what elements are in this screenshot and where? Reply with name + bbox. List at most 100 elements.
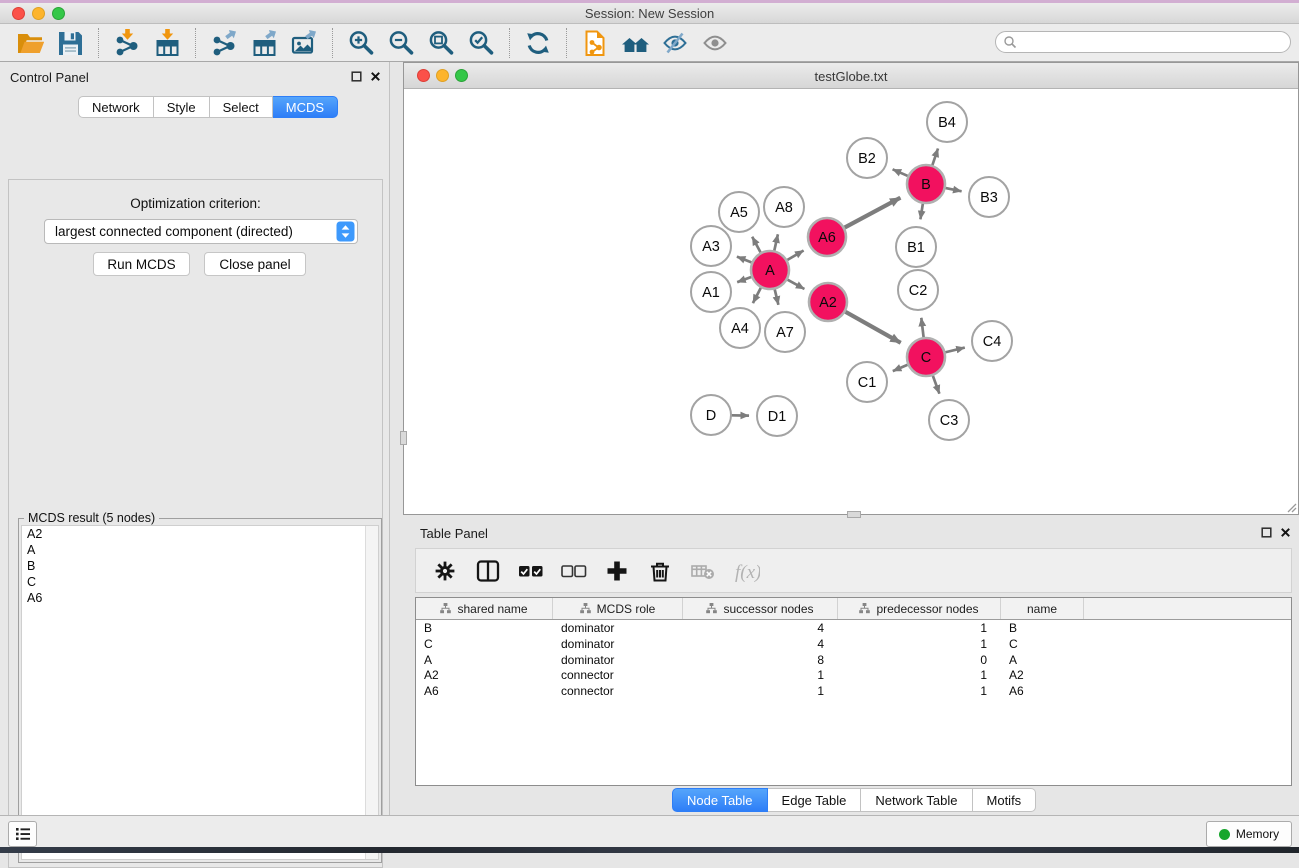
node-B3[interactable]: B3 xyxy=(969,177,1009,217)
zoom-selected-icon[interactable] xyxy=(461,27,501,59)
node-B[interactable]: B xyxy=(907,165,945,203)
toggle-panel-columns-icon[interactable] xyxy=(471,554,505,588)
show-panel-eye-icon[interactable] xyxy=(695,27,735,59)
tab-mcds[interactable]: MCDS xyxy=(273,96,338,118)
refresh-layout-icon[interactable] xyxy=(518,27,558,59)
mcds-result-list[interactable]: A2ABCA6 xyxy=(21,525,379,860)
edge-A-A5[interactable] xyxy=(752,237,761,254)
node-D1[interactable]: D1 xyxy=(757,396,797,436)
export-image-icon[interactable] xyxy=(284,27,324,59)
tab-network[interactable]: Network xyxy=(78,96,154,118)
export-table-icon[interactable] xyxy=(244,27,284,59)
result-item[interactable]: A2 xyxy=(22,526,378,542)
column-header-predecessor-nodes[interactable]: predecessor nodes xyxy=(838,598,1001,619)
bottom-edge-resize-grip[interactable] xyxy=(847,511,861,518)
window-resize-grip-icon[interactable] xyxy=(1285,501,1297,513)
deselect-all-columns-icon[interactable] xyxy=(557,554,591,588)
table-row[interactable]: A6connector11A6 xyxy=(416,683,1291,699)
import-network-icon[interactable] xyxy=(107,27,147,59)
node-A3[interactable]: A3 xyxy=(691,226,731,266)
network-window-titlebar[interactable]: testGlobe.txt xyxy=(404,63,1298,89)
edge-B-B4[interactable] xyxy=(932,149,938,167)
node-C[interactable]: C xyxy=(907,338,945,376)
edge-B-B3[interactable] xyxy=(945,188,962,192)
float-panel-icon[interactable] xyxy=(351,71,362,82)
node-A2[interactable]: A2 xyxy=(809,283,847,321)
tab-select[interactable]: Select xyxy=(210,96,273,118)
import-table-icon[interactable] xyxy=(147,27,187,59)
table-row[interactable]: Bdominator41B xyxy=(416,620,1291,636)
edge-C-C1[interactable] xyxy=(893,364,909,371)
node-A8[interactable]: A8 xyxy=(764,187,804,227)
node-A6[interactable]: A6 xyxy=(808,218,846,256)
node-A7[interactable]: A7 xyxy=(765,312,805,352)
left-edge-resize-grip[interactable] xyxy=(400,431,407,445)
result-item[interactable]: C xyxy=(22,574,378,590)
result-scrollbar[interactable] xyxy=(365,526,378,859)
node-B4[interactable]: B4 xyxy=(927,102,967,142)
task-history-button[interactable] xyxy=(8,821,37,847)
search-box[interactable] xyxy=(995,31,1291,53)
home-icon[interactable] xyxy=(615,27,655,59)
zoom-fit-icon[interactable] xyxy=(421,27,461,59)
edge-A-A2[interactable] xyxy=(787,279,805,289)
node-B1[interactable]: B1 xyxy=(896,227,936,267)
column-header-MCDS-role[interactable]: MCDS role xyxy=(553,598,683,619)
column-header-successor-nodes[interactable]: successor nodes xyxy=(683,598,838,619)
delete-column-icon[interactable] xyxy=(643,554,677,588)
edge-A-A4[interactable] xyxy=(753,287,761,303)
column-header-shared-name[interactable]: shared name xyxy=(416,598,553,619)
tab-network-table[interactable]: Network Table xyxy=(861,788,972,812)
node-A4[interactable]: A4 xyxy=(720,308,760,348)
table-settings-gear-icon[interactable] xyxy=(428,554,462,588)
new-network-icon[interactable] xyxy=(575,27,615,59)
tab-node-table[interactable]: Node Table xyxy=(672,788,768,812)
network-canvas[interactable]: A5 A8 A3 A6 A A1 A4 A7 A2 B2 B4 B B3 xyxy=(404,89,1298,514)
node-C2[interactable]: C2 xyxy=(898,270,938,310)
result-item[interactable]: B xyxy=(22,558,378,574)
edge-A2-C[interactable] xyxy=(845,311,901,343)
node-table[interactable]: shared nameMCDS rolesuccessor nodesprede… xyxy=(415,597,1292,786)
memory-button[interactable]: Memory xyxy=(1206,821,1292,847)
edge-A-A1[interactable] xyxy=(737,277,752,283)
float-table-panel-icon[interactable] xyxy=(1261,527,1272,538)
node-C3[interactable]: C3 xyxy=(929,400,969,440)
node-A1[interactable]: A1 xyxy=(691,272,731,312)
select-all-columns-icon[interactable] xyxy=(514,554,548,588)
close-panel-button[interactable]: Close panel xyxy=(204,252,306,276)
node-C4[interactable]: C4 xyxy=(972,321,1012,361)
column-header-name[interactable]: name xyxy=(1001,598,1084,619)
tab-motifs[interactable]: Motifs xyxy=(973,788,1037,812)
edge-A-A7[interactable] xyxy=(775,289,779,305)
edge-A-A8[interactable] xyxy=(774,234,778,251)
open-session-icon[interactable] xyxy=(10,27,50,59)
node-D[interactable]: D xyxy=(691,395,731,435)
edge-B-B1[interactable] xyxy=(920,203,923,220)
zoom-out-icon[interactable] xyxy=(381,27,421,59)
edge-A6-B[interactable] xyxy=(844,198,901,228)
search-input[interactable] xyxy=(1017,33,1290,51)
node-A[interactable]: A xyxy=(751,251,789,289)
edge-C-C3[interactable] xyxy=(933,375,940,394)
node-C1[interactable]: C1 xyxy=(847,362,887,402)
close-panel-icon[interactable] xyxy=(370,71,381,82)
table-row[interactable]: Cdominator41C xyxy=(416,636,1291,652)
zoom-in-icon[interactable] xyxy=(341,27,381,59)
result-item[interactable]: A6 xyxy=(22,590,378,606)
run-mcds-button[interactable]: Run MCDS xyxy=(93,252,190,276)
table-row[interactable]: Adominator80A xyxy=(416,652,1291,668)
add-column-icon[interactable] xyxy=(600,554,634,588)
save-session-icon[interactable] xyxy=(50,27,90,59)
node-A5[interactable]: A5 xyxy=(719,192,759,232)
tab-edge-table[interactable]: Edge Table xyxy=(768,788,862,812)
edge-C-C4[interactable] xyxy=(945,348,965,353)
edge-B-B2[interactable] xyxy=(893,169,909,176)
criterion-dropdown[interactable]: largest connected component (directed) xyxy=(44,219,358,244)
edge-A-A6[interactable] xyxy=(786,251,803,261)
node-B2[interactable]: B2 xyxy=(847,138,887,178)
tab-style[interactable]: Style xyxy=(154,96,210,118)
result-item[interactable]: A xyxy=(22,542,378,558)
edge-A-A3[interactable] xyxy=(737,257,753,263)
hide-panel-eye-slash-icon[interactable] xyxy=(655,27,695,59)
close-table-panel-icon[interactable] xyxy=(1280,527,1291,538)
